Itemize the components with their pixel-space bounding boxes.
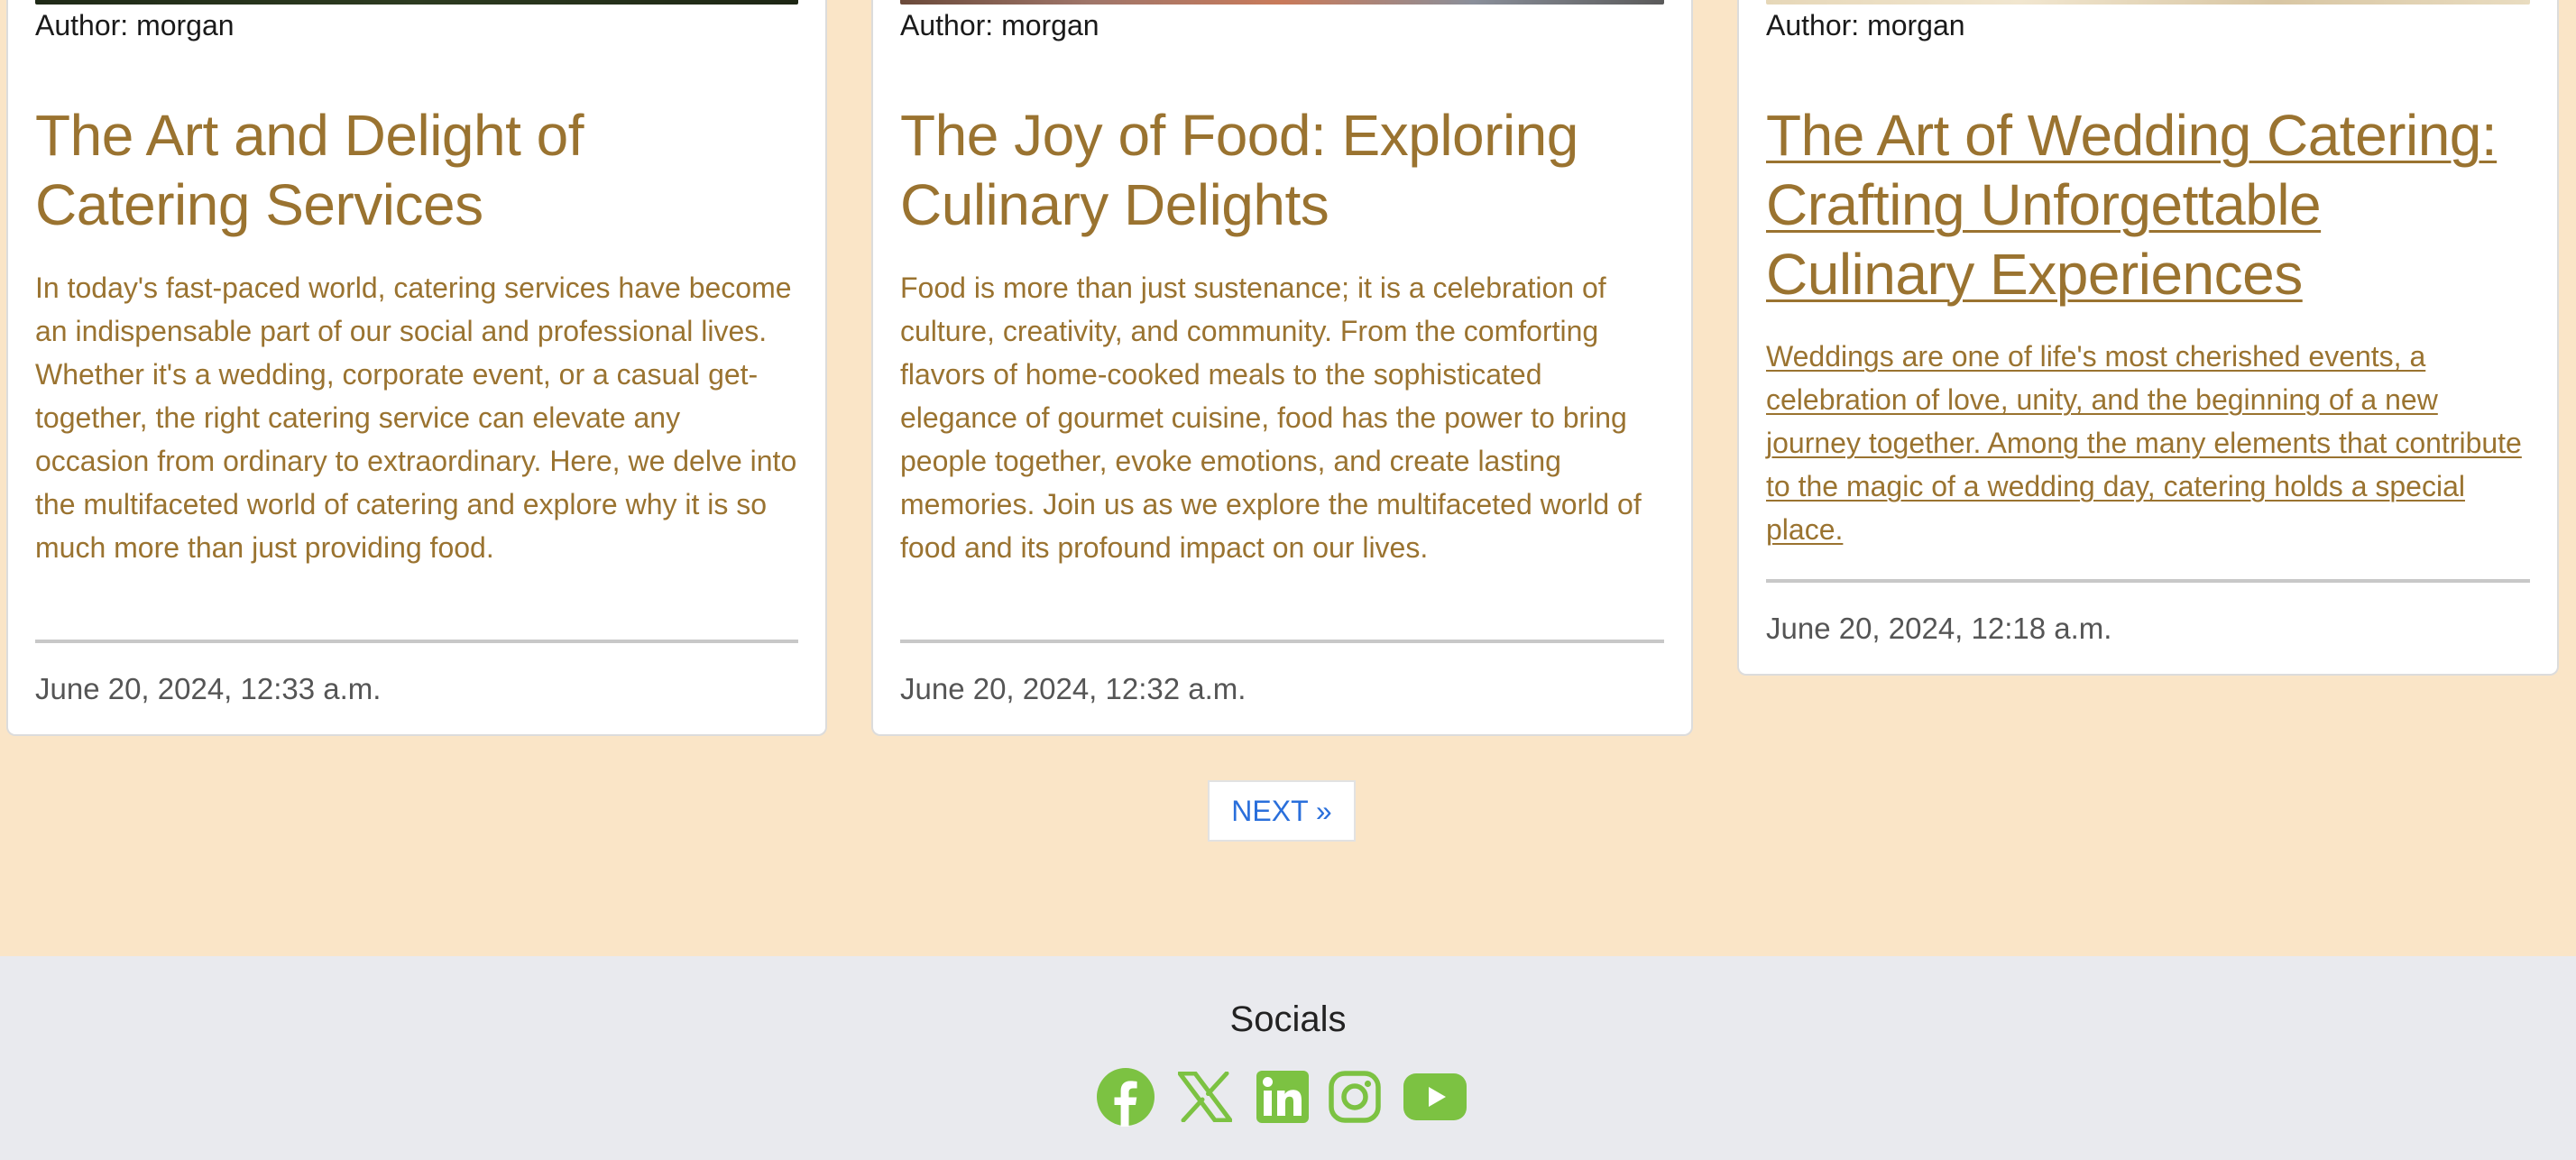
- card-divider: [900, 640, 1664, 643]
- footer: [0, 956, 2576, 1160]
- card-author: Author: morgan: [1766, 9, 1965, 41]
- card-image[interactable]: [35, 0, 798, 5]
- card-excerpt[interactable]: Weddings are one of life's most cherishe…: [1766, 335, 2530, 551]
- card-divider: [1766, 579, 2530, 583]
- card-date: June 20, 2024, 12:33 a.m.: [35, 672, 382, 705]
- card-title-link[interactable]: The Art and Delight of Catering Services: [35, 101, 594, 240]
- linkedin-icon[interactable]: [1256, 1064, 1309, 1129]
- blog-card: Author: morgan The Joy of Food: Explorin…: [871, 0, 1693, 736]
- main-content: Author: morgan The Art and Delight of Ca…: [0, 0, 2576, 956]
- card-excerpt[interactable]: Food is more than just sustenance; it is…: [900, 266, 1664, 569]
- card-title-link[interactable]: The Art of Wedding Catering: Crafting Un…: [1766, 101, 2530, 309]
- instagram-icon[interactable]: [1328, 1064, 1382, 1129]
- card-divider: [35, 640, 798, 643]
- card-image[interactable]: [1766, 0, 2530, 5]
- card-date: June 20, 2024, 12:18 a.m.: [1766, 612, 2112, 645]
- x-twitter-icon[interactable]: [1177, 1064, 1233, 1129]
- card-author: Author: morgan: [35, 9, 235, 41]
- next-page-button[interactable]: NEXT »: [1208, 780, 1356, 842]
- facebook-icon[interactable]: [1096, 1064, 1155, 1129]
- blog-card: Author: morgan The Art and Delight of Ca…: [6, 0, 827, 736]
- socials-title: Socials: [1229, 999, 1347, 1039]
- card-excerpt[interactable]: In today's fast-paced world, catering se…: [35, 266, 798, 569]
- card-title-link[interactable]: The Joy of Food: Exploring Culinary Deli…: [900, 101, 1622, 240]
- blog-card: Author: morgan The Art of Wedding Cateri…: [1737, 0, 2559, 676]
- card-author: Author: morgan: [900, 9, 1099, 41]
- youtube-icon[interactable]: [1403, 1064, 1467, 1129]
- card-date: June 20, 2024, 12:32 a.m.: [900, 672, 1247, 705]
- card-image[interactable]: [900, 0, 1664, 5]
